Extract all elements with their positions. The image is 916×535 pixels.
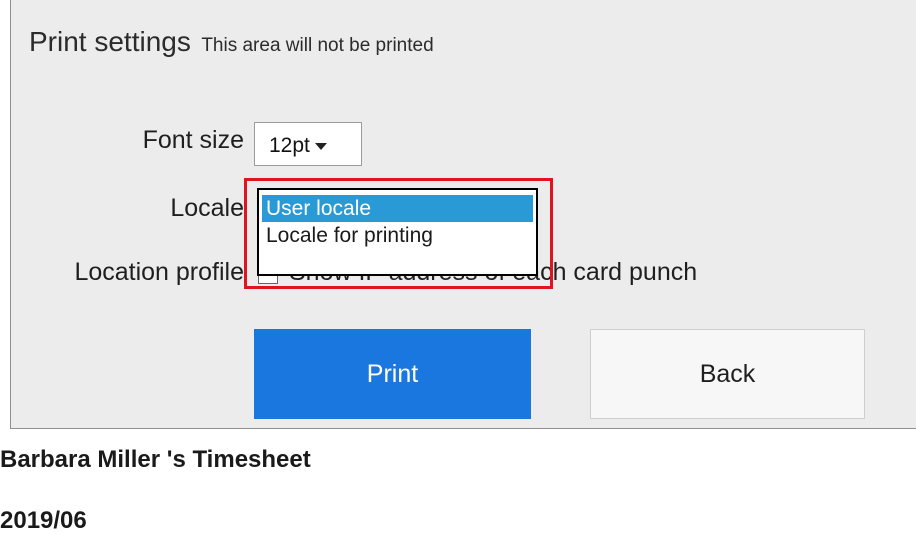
locale-option-user-locale[interactable]: User locale (262, 195, 533, 222)
back-button[interactable]: Back (590, 329, 865, 419)
font-size-select[interactable]: 12pt (254, 122, 362, 166)
locale-dropdown-list[interactable]: User locale Locale for printing (257, 188, 538, 276)
timesheet-period: 2019/06 (0, 507, 87, 534)
locale-option-locale-for-printing[interactable]: Locale for printing (262, 222, 533, 249)
print-settings-title: Print settings (29, 26, 191, 57)
print-settings-note: This area will not be printed (201, 35, 434, 56)
print-settings-header: Print settings This area will not be pri… (29, 26, 434, 58)
print-button[interactable]: Print (254, 329, 531, 419)
locale-label: Locale (170, 194, 244, 222)
location-profile-label: Location profile (74, 258, 244, 286)
font-size-label: Font size (142, 126, 244, 154)
timesheet-title: Barbara Miller 's Timesheet (0, 446, 311, 473)
chevron-down-icon (314, 142, 327, 150)
font-size-value: 12pt (269, 134, 310, 157)
